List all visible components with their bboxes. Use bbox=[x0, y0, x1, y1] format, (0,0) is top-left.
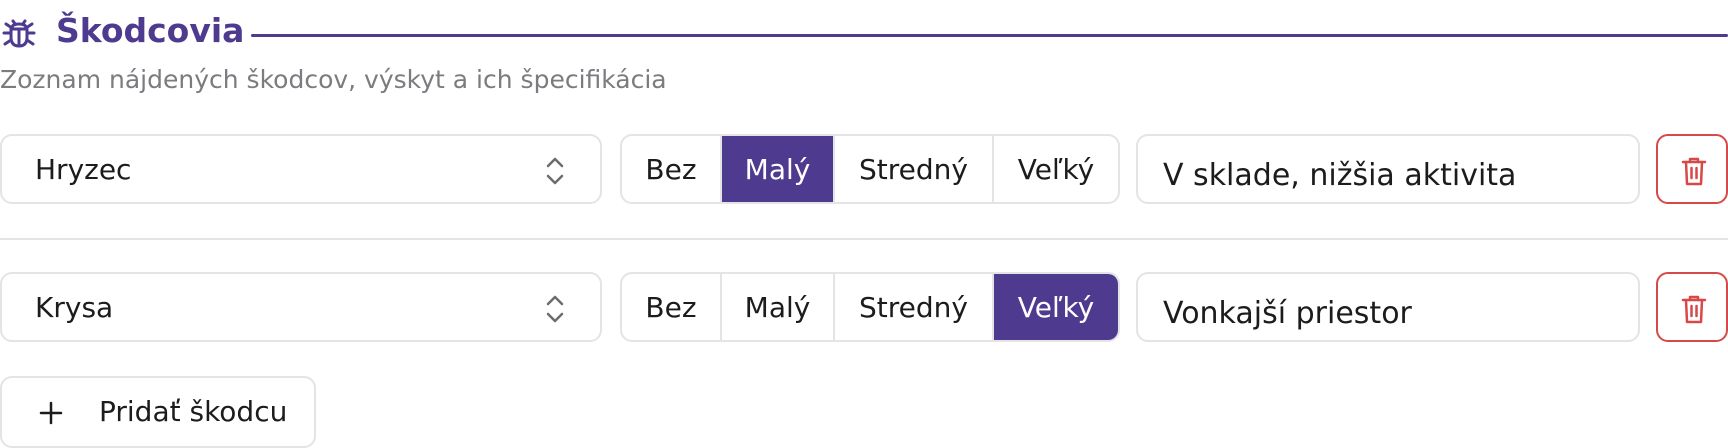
chevron-up-down-icon bbox=[546, 157, 564, 185]
trash-icon bbox=[1681, 295, 1707, 324]
delete-pest-button[interactable] bbox=[1656, 134, 1728, 204]
pest-row: Hryzec Bez Malý Stredný Veľký V sklade, … bbox=[0, 134, 1728, 206]
row-divider bbox=[0, 238, 1728, 240]
severity-option-stredny[interactable]: Stredný bbox=[835, 136, 994, 202]
pest-row: Krysa Bez Malý Stredný Veľký Vonkajší pr… bbox=[0, 272, 1728, 344]
severity-toggle-group: Bez Malý Stredný Veľký bbox=[620, 272, 1120, 342]
add-pest-button[interactable]: Pridať škodcu bbox=[0, 376, 316, 448]
severity-option-bez[interactable]: Bez bbox=[622, 136, 722, 202]
section-title: Škodcovia bbox=[56, 11, 245, 50]
severity-option-maly[interactable]: Malý bbox=[722, 136, 835, 202]
pest-select-value: Krysa bbox=[35, 291, 114, 324]
trash-icon bbox=[1681, 157, 1707, 186]
pest-select-value: Hryzec bbox=[35, 153, 132, 186]
severity-option-maly[interactable]: Malý bbox=[722, 274, 835, 340]
pest-note-value: V sklade, nižšia aktivita bbox=[1163, 158, 1517, 193]
delete-pest-button[interactable] bbox=[1656, 272, 1728, 342]
pest-select[interactable]: Hryzec bbox=[0, 134, 602, 204]
severity-option-bez[interactable]: Bez bbox=[622, 274, 722, 340]
pest-note-value: Vonkajší priestor bbox=[1163, 296, 1412, 331]
severity-option-velky[interactable]: Veľký bbox=[994, 136, 1118, 202]
plus-icon bbox=[39, 401, 63, 425]
bug-icon bbox=[2, 19, 36, 48]
section-subtitle: Zoznam nájdených škodcov, výskyt a ich š… bbox=[0, 65, 667, 94]
severity-option-velky[interactable]: Veľký bbox=[994, 274, 1118, 340]
pest-select[interactable]: Krysa bbox=[0, 272, 602, 342]
pest-note-input[interactable]: Vonkajší priestor bbox=[1136, 272, 1640, 342]
pest-note-input[interactable]: V sklade, nižšia aktivita bbox=[1136, 134, 1640, 204]
chevron-up-down-icon bbox=[546, 295, 564, 323]
section-header: Škodcovia bbox=[0, 6, 1728, 54]
add-pest-label: Pridať škodcu bbox=[99, 395, 288, 428]
severity-toggle-group: Bez Malý Stredný Veľký bbox=[620, 134, 1120, 204]
header-divider bbox=[251, 34, 1728, 37]
severity-option-stredny[interactable]: Stredný bbox=[835, 274, 994, 340]
